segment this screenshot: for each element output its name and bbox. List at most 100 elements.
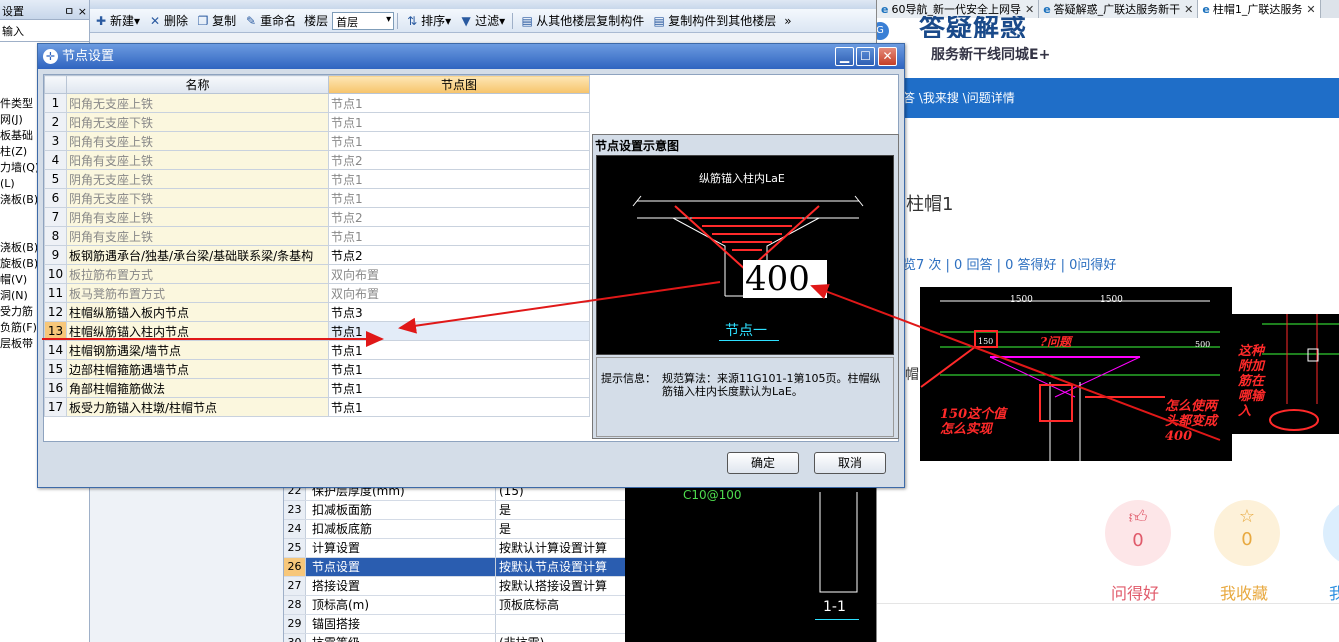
dialog-title-bar[interactable]: ✛ 节点设置 ▁ ☐ ✕ bbox=[38, 44, 904, 69]
property-row-number: 28 bbox=[284, 596, 306, 614]
copy-to-floor-button[interactable]: ▤ 复制构件到其他楼层 bbox=[648, 10, 780, 32]
sort-button[interactable]: ⇅ 排序 ▾ bbox=[401, 10, 455, 32]
good-question-label[interactable]: 问得好 bbox=[1111, 580, 1159, 604]
table-row[interactable]: 4 阳角有支座上铁 节点2 bbox=[44, 150, 590, 170]
third-action-button[interactable] bbox=[1323, 500, 1339, 566]
property-value[interactable]: 是 bbox=[496, 520, 625, 538]
table-row[interactable]: 15 边部柱帽箍筋遇墙节点 节点1 bbox=[44, 359, 590, 379]
rename-icon: ✎ bbox=[246, 13, 257, 28]
annotated-image-fragment[interactable]: 这种附加筋在哪输入 bbox=[1232, 314, 1339, 434]
new-button[interactable]: ✚ 新建 ▾ bbox=[90, 10, 144, 32]
node-value[interactable]: 节点1 bbox=[328, 226, 590, 246]
filter-button[interactable]: ▼ 过滤 ▾ bbox=[455, 10, 509, 32]
table-row[interactable]: 8 阴角有支座上铁 节点1 bbox=[44, 226, 590, 246]
pin-close-icons[interactable]: ㅁ × bbox=[64, 3, 87, 19]
node-diagram-canvas[interactable]: 纵筋锚入柱内LaE 400 节点一 bbox=[596, 155, 894, 355]
input-tab[interactable]: 输入 bbox=[0, 20, 89, 42]
ie-icon: e bbox=[1202, 2, 1210, 16]
table-row[interactable]: 2 阳角无支座下铁 节点1 bbox=[44, 112, 590, 132]
node-value[interactable]: 节点2 bbox=[328, 245, 590, 265]
property-row[interactable]: 25 计算设置 按默认计算设置计算 bbox=[284, 539, 625, 558]
node-column-header[interactable]: 节点图 bbox=[328, 75, 590, 94]
property-row[interactable]: 30抗震等级(非抗震) bbox=[284, 634, 625, 642]
thumbs-up-icon: 👍︎ bbox=[1128, 507, 1148, 528]
table-row[interactable]: 12 柱帽纵筋锚入板内节点 节点3 bbox=[44, 302, 590, 322]
property-name: 计算设置 bbox=[306, 539, 496, 557]
table-row[interactable]: 7 阴角有支座上铁 节点2 bbox=[44, 207, 590, 227]
node-value[interactable]: 节点2 bbox=[328, 207, 590, 227]
property-value[interactable]: 是 bbox=[496, 501, 625, 519]
table-row[interactable]: 6 阴角无支座下铁 节点1 bbox=[44, 188, 590, 208]
property-row[interactable]: 28 顶标高(m) 顶板底标高 bbox=[284, 596, 625, 615]
node-value[interactable]: 节点3 bbox=[328, 302, 590, 322]
name-column-header[interactable]: 名称 bbox=[66, 75, 329, 94]
site-logo[interactable]: 答疑解惑 bbox=[919, 16, 1027, 38]
property-value[interactable] bbox=[496, 615, 625, 633]
property-row[interactable]: 24 扣减板底筋是 bbox=[284, 520, 625, 539]
table-row[interactable]: 3 阳角有支座上铁 节点1 bbox=[44, 131, 590, 151]
table-row[interactable]: 14 柱帽钢筋遇梁/墙节点 节点1 bbox=[44, 340, 590, 360]
row-number: 16 bbox=[44, 378, 67, 398]
node-value[interactable]: 节点1 bbox=[328, 359, 590, 379]
table-row[interactable]: 1 阳角无支座上铁 节点1 bbox=[44, 93, 590, 113]
favorite-label[interactable]: 我收藏 bbox=[1220, 580, 1268, 604]
property-row[interactable]: 26 节点设置 按默认节点设置计算 bbox=[284, 558, 625, 577]
node-value[interactable]: 节点1 bbox=[328, 397, 590, 417]
node-settings-table: 名称 节点图 1 阳角无支座上铁 节点1 2 阳角无支座下铁 节点1 3 阳角有支座上铁 节点1… bbox=[44, 75, 590, 417]
property-row-number: 24 bbox=[284, 520, 306, 538]
favorite-button[interactable]: ☆ 0 bbox=[1214, 500, 1280, 566]
tab-close-icon[interactable]: ✕ bbox=[1025, 1, 1034, 18]
rename-button[interactable]: ✎ 重命名 bbox=[240, 10, 300, 32]
table-row[interactable]: 10 板拉筋布置方式 双向布置 bbox=[44, 264, 590, 284]
node-value[interactable]: 节点1 bbox=[328, 93, 590, 113]
toolbar-overflow-button[interactable]: » bbox=[780, 10, 795, 32]
copy-from-floor-button[interactable]: ▤ 从其他楼层复制构件 bbox=[516, 10, 648, 32]
good-question-button[interactable]: 👍︎ 0 bbox=[1105, 500, 1171, 566]
table-row[interactable]: 17 板受力筋锚入柱墩/柱帽节点 节点1 bbox=[44, 397, 590, 417]
table-row[interactable]: 11 板马凳筋布置方式 双向布置 bbox=[44, 283, 590, 303]
property-value[interactable]: 顶板底标高 bbox=[496, 596, 625, 614]
floor-select[interactable]: 首层 bbox=[332, 11, 395, 30]
property-row[interactable]: 23 扣减板面筋是 bbox=[284, 501, 625, 520]
node-value[interactable]: 节点1 bbox=[328, 188, 590, 208]
anchor-length-value[interactable]: 400 bbox=[743, 260, 827, 298]
cancel-button[interactable]: 取消 bbox=[814, 452, 886, 474]
node-value[interactable]: 节点1 bbox=[328, 378, 590, 398]
copy-button[interactable]: ❐ 复制 bbox=[192, 10, 240, 32]
node-value[interactable]: 双向布置 bbox=[328, 283, 590, 303]
new-icon: ✚ bbox=[95, 13, 107, 28]
delete-button[interactable]: ✕ 删除 bbox=[144, 10, 192, 32]
table-row[interactable]: 9 板钢筋遇承台/独基/承台梁/基础联系梁/条基构 节点2 bbox=[44, 245, 590, 265]
browser-tab[interactable]: e 答疑解惑_广联达服务新干 ✕ bbox=[1039, 0, 1199, 18]
property-value[interactable]: 按默认计算设置计算 bbox=[496, 539, 625, 557]
table-row[interactable]: 16 角部柱帽箍筋做法 节点1 bbox=[44, 378, 590, 398]
node-value[interactable]: 节点1 bbox=[328, 340, 590, 360]
property-row[interactable]: 27 搭接设置 按默认搭接设置计算 bbox=[284, 577, 625, 596]
property-value[interactable]: (非抗震) bbox=[496, 634, 625, 642]
node-value[interactable]: 节点1 bbox=[328, 131, 590, 151]
property-row[interactable]: 29 锚固搭接 bbox=[284, 615, 625, 634]
third-action-label[interactable]: 我 bbox=[1329, 580, 1339, 604]
table-row[interactable]: 5 阴角无支座上铁 节点1 bbox=[44, 169, 590, 189]
filter-icon: ▼ bbox=[461, 13, 471, 28]
breadcrumb[interactable]: 答 \我来搜 \问题详情 bbox=[877, 78, 1339, 118]
table-row[interactable]: 13 柱帽纵筋锚入柱内节点 节点1 bbox=[44, 321, 590, 341]
node-value[interactable]: 节点1 bbox=[328, 169, 590, 189]
close-button[interactable]: ✕ bbox=[878, 47, 897, 66]
browser-tab-label: 60导航_新一代安全上网导 bbox=[891, 2, 1021, 16]
tab-close-icon[interactable]: ✕ bbox=[1306, 1, 1315, 18]
annotated-question-image[interactable]: 1500 1500 150 500 ?问题 150这个值怎么实现 怎么使两头都变… bbox=[920, 287, 1232, 461]
node-value[interactable]: 双向布置 bbox=[328, 264, 590, 284]
node-value[interactable]: 节点2 bbox=[328, 150, 590, 170]
node-value[interactable]: 节点1 bbox=[328, 321, 590, 341]
maximize-button[interactable]: ☐ bbox=[856, 47, 875, 66]
node-value[interactable]: 节点1 bbox=[328, 112, 590, 132]
cad-drawing-area[interactable]: C10@100 1-1 bbox=[625, 482, 876, 642]
ok-button[interactable]: 确定 bbox=[727, 452, 799, 474]
tab-close-icon[interactable]: ✕ bbox=[1184, 1, 1193, 18]
browser-tab[interactable]: e 柱帽1_广联达服务 ✕ bbox=[1198, 0, 1321, 18]
node-preview-panel: 节点设置示意图 纵筋锚入柱内LaE 400 节点一 提示信息： 规范算法：来源1… bbox=[592, 134, 899, 439]
property-value[interactable]: 按默认搭接设置计算 bbox=[496, 577, 625, 595]
property-value[interactable]: 按默认节点设置计算 bbox=[496, 558, 625, 576]
minimize-button[interactable]: ▁ bbox=[835, 47, 854, 66]
